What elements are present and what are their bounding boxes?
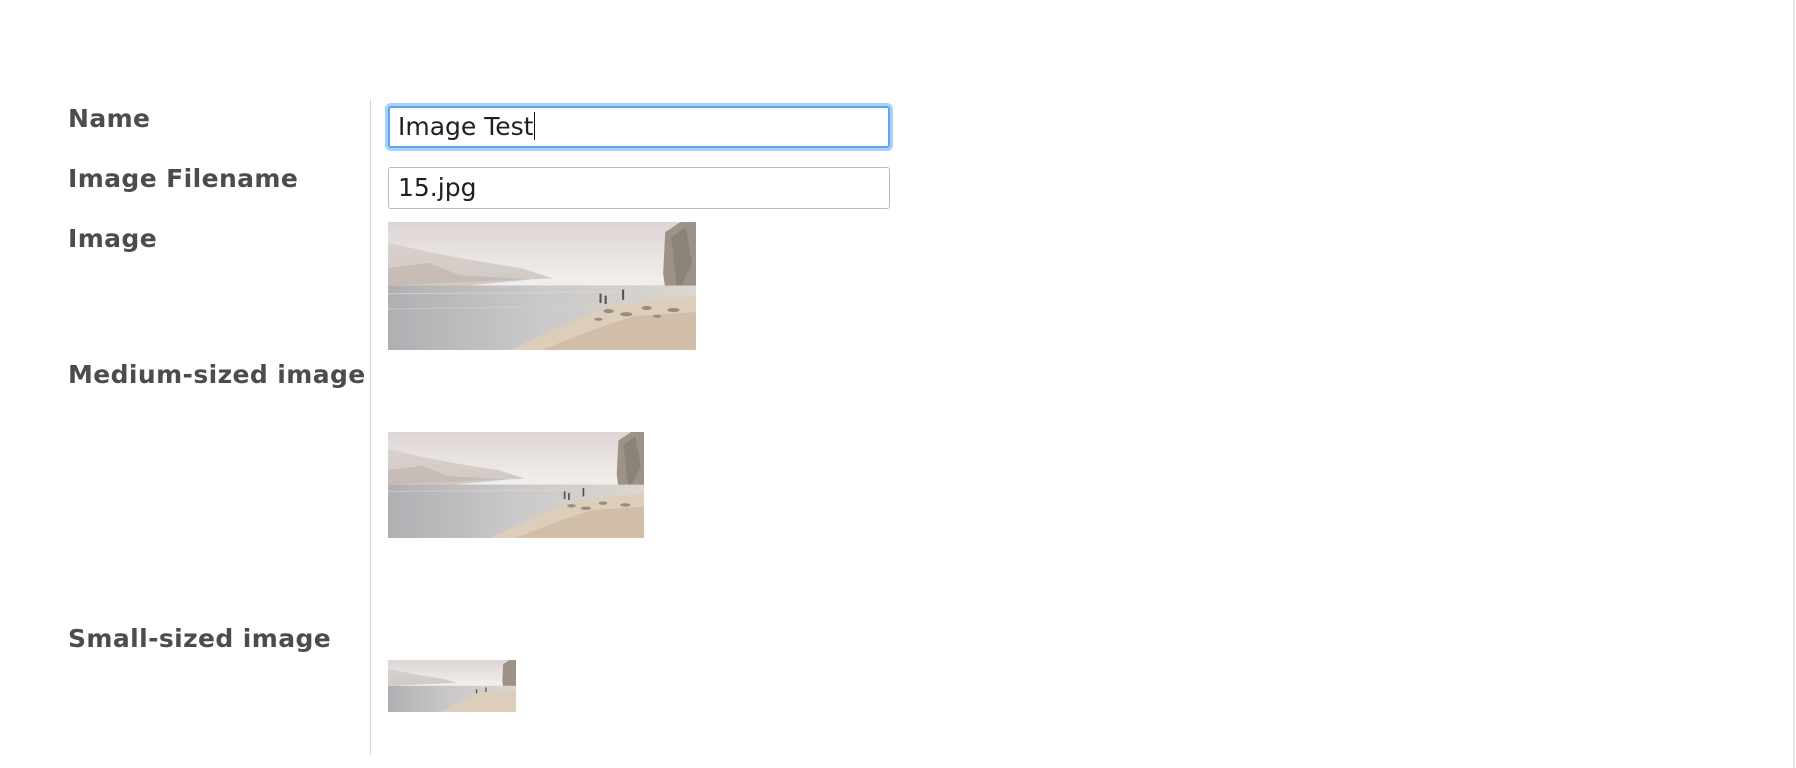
name-field-value: Image Test: [398, 112, 534, 141]
name-label: Name: [68, 104, 151, 133]
small-image-label: Small-sized image: [68, 624, 332, 653]
image-filename-field[interactable]: 15.jpg: [388, 167, 890, 209]
lake-photo-icon: [388, 432, 644, 538]
image-preview: [388, 222, 696, 350]
form-column-divider: [370, 99, 371, 755]
text-cursor: [534, 112, 536, 140]
name-field[interactable]: Image Test: [388, 106, 890, 148]
medium-image-label: Medium-sized image: [68, 360, 366, 389]
lake-photo-icon: [388, 660, 516, 712]
window-edge: [1793, 0, 1795, 768]
image-label: Image: [68, 224, 158, 253]
image-filename-label: Image Filename: [68, 164, 299, 193]
small-image-preview: [388, 660, 516, 712]
lake-photo-icon: [388, 222, 696, 350]
medium-image-preview: [388, 432, 644, 538]
image-filename-value: 15.jpg: [398, 173, 477, 202]
